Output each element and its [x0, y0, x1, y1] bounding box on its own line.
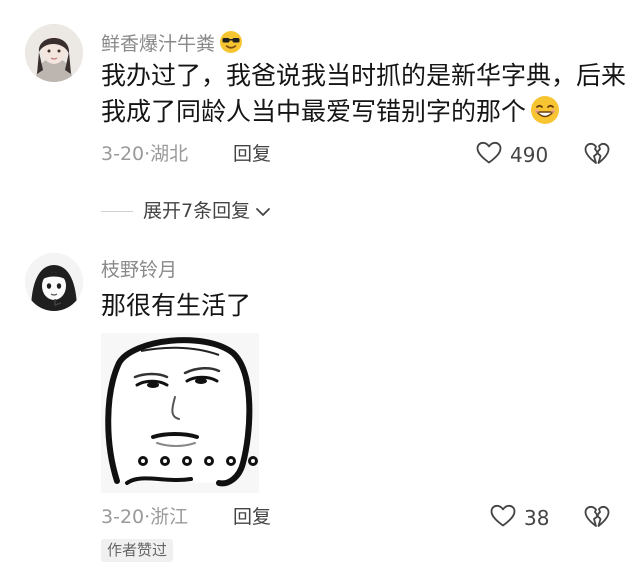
comment-text-2: 那很有生活了	[101, 291, 252, 320]
expand-replies-label: 展开7条回复	[143, 200, 251, 222]
sunglasses-emoji-icon	[219, 30, 243, 58]
reply-button-2[interactable]: 回复	[233, 508, 271, 527]
comment-line-2: 我成了同龄人当中最爱写错别字的那个	[101, 94, 626, 135]
author-liked-badge: 作者赞过	[101, 539, 174, 562]
comment-date: 3-20	[101, 143, 145, 165]
comment-location: 湖北	[150, 143, 189, 165]
comment-line-2-text: 我成了同龄人当中最爱写错别字的那个	[101, 97, 527, 126]
chevron-down-icon	[255, 206, 271, 218]
like-count: 38	[524, 506, 550, 530]
like-button-2[interactable]: 38	[490, 504, 549, 532]
expand-replies-button[interactable]: 展开7条回复	[101, 202, 271, 221]
dislike-button-2[interactable]	[584, 505, 610, 533]
username-text: 鲜香爆汁牛粪	[101, 33, 216, 55]
meme-face-drawing	[101, 333, 259, 493]
broken-heart-icon	[584, 142, 610, 170]
heart-icon	[476, 141, 502, 169]
username-2[interactable]: 枝野铃月	[101, 261, 177, 280]
expand-divider	[101, 211, 133, 212]
username-1[interactable]: 鲜香爆汁牛粪	[101, 30, 243, 58]
comment-meta-1: 3-20·湖北	[101, 145, 188, 164]
meme-face-sticker[interactable]	[101, 333, 259, 493]
comment-location: 浙江	[150, 506, 189, 528]
comment-line-1: 我办过了，我爸说我当时抓的是新华字典，后来	[101, 61, 627, 90]
comment-text-1: 我办过了，我爸说我当时抓的是新华字典，后来 我成了同龄人当中最爱写错别字的那个	[101, 58, 626, 135]
reply-button-1[interactable]: 回复	[233, 145, 271, 164]
user-avatar-1[interactable]	[25, 24, 83, 82]
like-count: 490	[510, 143, 549, 167]
broken-heart-icon	[584, 505, 610, 533]
comment-meta-2: 3-20·浙江	[101, 508, 188, 527]
grinning-emoji-icon	[530, 95, 560, 135]
comment-date: 3-20	[101, 506, 145, 528]
user-avatar-2[interactable]	[25, 253, 83, 311]
heart-icon	[490, 504, 516, 532]
dislike-button-1[interactable]	[584, 142, 610, 170]
like-button-1[interactable]: 490	[476, 141, 548, 169]
